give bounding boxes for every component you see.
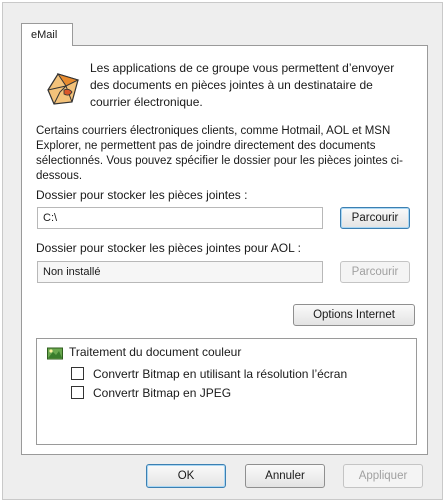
convert-bitmap-jpeg-label: Convertr Bitmap en JPEG xyxy=(93,386,232,400)
convert-bitmap-jpeg-checkbox[interactable] xyxy=(71,386,84,399)
color-document-group: Traitement du document couleur Convertr … xyxy=(36,338,417,445)
tab-email[interactable]: eMail xyxy=(21,23,73,46)
internet-options-button[interactable]: Options Internet xyxy=(293,304,415,326)
intro-text: Les applications de ce groupe vous perme… xyxy=(90,61,395,109)
attachment-browse-button[interactable]: Parcourir xyxy=(340,207,410,229)
color-group-title: Traitement du document couleur xyxy=(69,345,242,359)
aol-folder-label: Dossier pour stocker les pièces jointes … xyxy=(36,241,302,255)
email-tab-panel: Les applications de ce groupe vous perme… xyxy=(21,45,428,455)
aol-folder-input[interactable]: Non installé xyxy=(37,261,323,283)
convert-bitmap-resolution-label: Convertr Bitmap en utilisant la résoluti… xyxy=(93,367,348,381)
apply-button[interactable]: Appliquer xyxy=(343,464,423,488)
color-document-icon xyxy=(47,347,63,360)
email-app-icon xyxy=(47,73,80,105)
attachment-folder-label: Dossier pour stocker les pièces jointes … xyxy=(36,188,248,202)
convert-bitmap-resolution-option[interactable]: Convertr Bitmap en utilisant la résoluti… xyxy=(71,367,347,381)
cancel-button[interactable]: Annuler xyxy=(245,464,325,488)
convert-bitmap-jpeg-option[interactable]: Convertr Bitmap en JPEG xyxy=(71,386,231,400)
email-settings-dialog: eMail Les applications de ce groupe vous… xyxy=(2,2,443,500)
info-text: Certains courriers électroniques clients… xyxy=(36,125,403,182)
ok-button[interactable]: OK xyxy=(146,464,226,488)
attachment-folder-input[interactable]: C:\ xyxy=(37,207,323,229)
convert-bitmap-resolution-checkbox[interactable] xyxy=(71,367,84,380)
aol-browse-button[interactable]: Parcourir xyxy=(340,261,410,283)
